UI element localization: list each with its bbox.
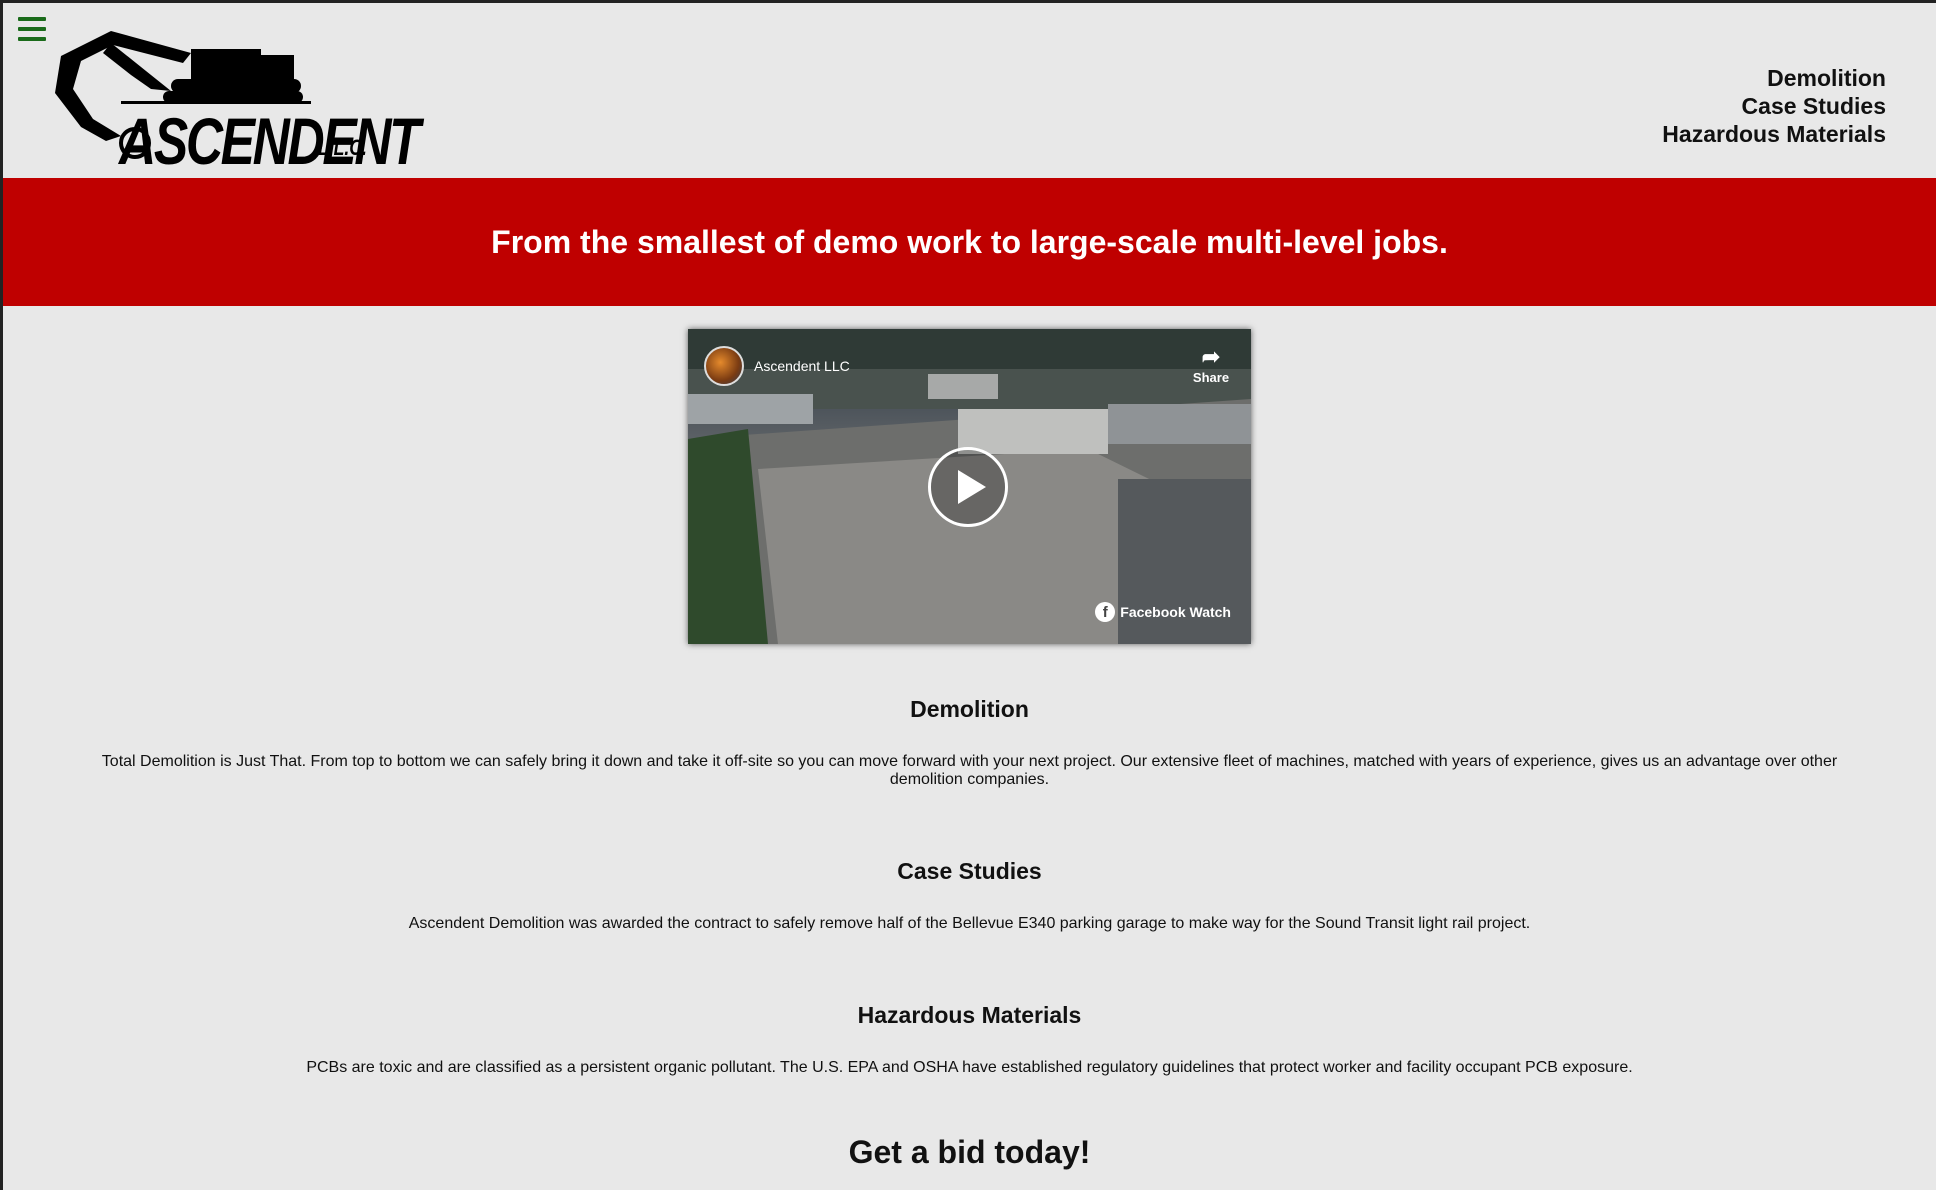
video-embed[interactable]: Ascendent LLC ➦ Share f Facebook Watch	[688, 329, 1251, 644]
channel-avatar[interactable]	[704, 346, 744, 386]
video-channel-name[interactable]: Ascendent LLC	[754, 358, 850, 374]
banner-tagline: From the smallest of demo work to large-…	[491, 223, 1448, 260]
section-title: Hazardous Materials	[857, 1002, 1082, 1028]
section-body: Ascendent Demolition was awarded the con…	[408, 915, 1531, 932]
nav-link-demolition[interactable]: Demolition	[1662, 64, 1886, 92]
hero-banner: From the smallest of demo work to large-…	[3, 178, 1936, 306]
play-button[interactable]	[928, 447, 1008, 527]
section-hazardous-materials: Hazardous Materials PCBs are toxic and a…	[3, 1002, 1936, 1077]
section-body: Total Demolition is Just That. From top …	[101, 753, 1838, 788]
share-icon: ➦	[1201, 344, 1221, 369]
facebook-watch-label: Facebook Watch	[1120, 604, 1231, 620]
nav-link-hazardous-materials[interactable]: Hazardous Materials	[1662, 120, 1886, 148]
section-body: PCBs are toxic and are classified as a p…	[306, 1059, 1633, 1076]
share-button[interactable]: ➦ Share	[1191, 344, 1231, 385]
facebook-icon: f	[1095, 602, 1116, 622]
menu-bar	[18, 37, 46, 41]
play-icon	[958, 470, 986, 504]
section-title: Demolition	[910, 696, 1029, 722]
section-case-studies: Case Studies Ascendent Demolition was aw…	[3, 858, 1936, 933]
hamburger-menu-icon[interactable]	[18, 17, 46, 41]
section-demolition: Demolition Total Demolition is Just That…	[3, 696, 1936, 789]
nav-link-case-studies[interactable]: Case Studies	[1662, 92, 1886, 120]
get-bid-heading[interactable]: Get a bid today!	[3, 1134, 1936, 1171]
section-title: Case Studies	[897, 858, 1042, 884]
company-logo[interactable]: ASCENDENT L.L.C.	[51, 31, 421, 178]
logo-suffix: L.L.C.	[318, 135, 367, 160]
facebook-watch-link[interactable]: f Facebook Watch	[1095, 602, 1231, 622]
logo-wordmark: ASCENDENT	[119, 104, 421, 178]
share-label: Share	[1192, 370, 1230, 385]
menu-bar	[18, 27, 46, 31]
top-navigation: Demolition Case Studies Hazardous Materi…	[1662, 64, 1886, 148]
menu-bar	[18, 17, 46, 21]
